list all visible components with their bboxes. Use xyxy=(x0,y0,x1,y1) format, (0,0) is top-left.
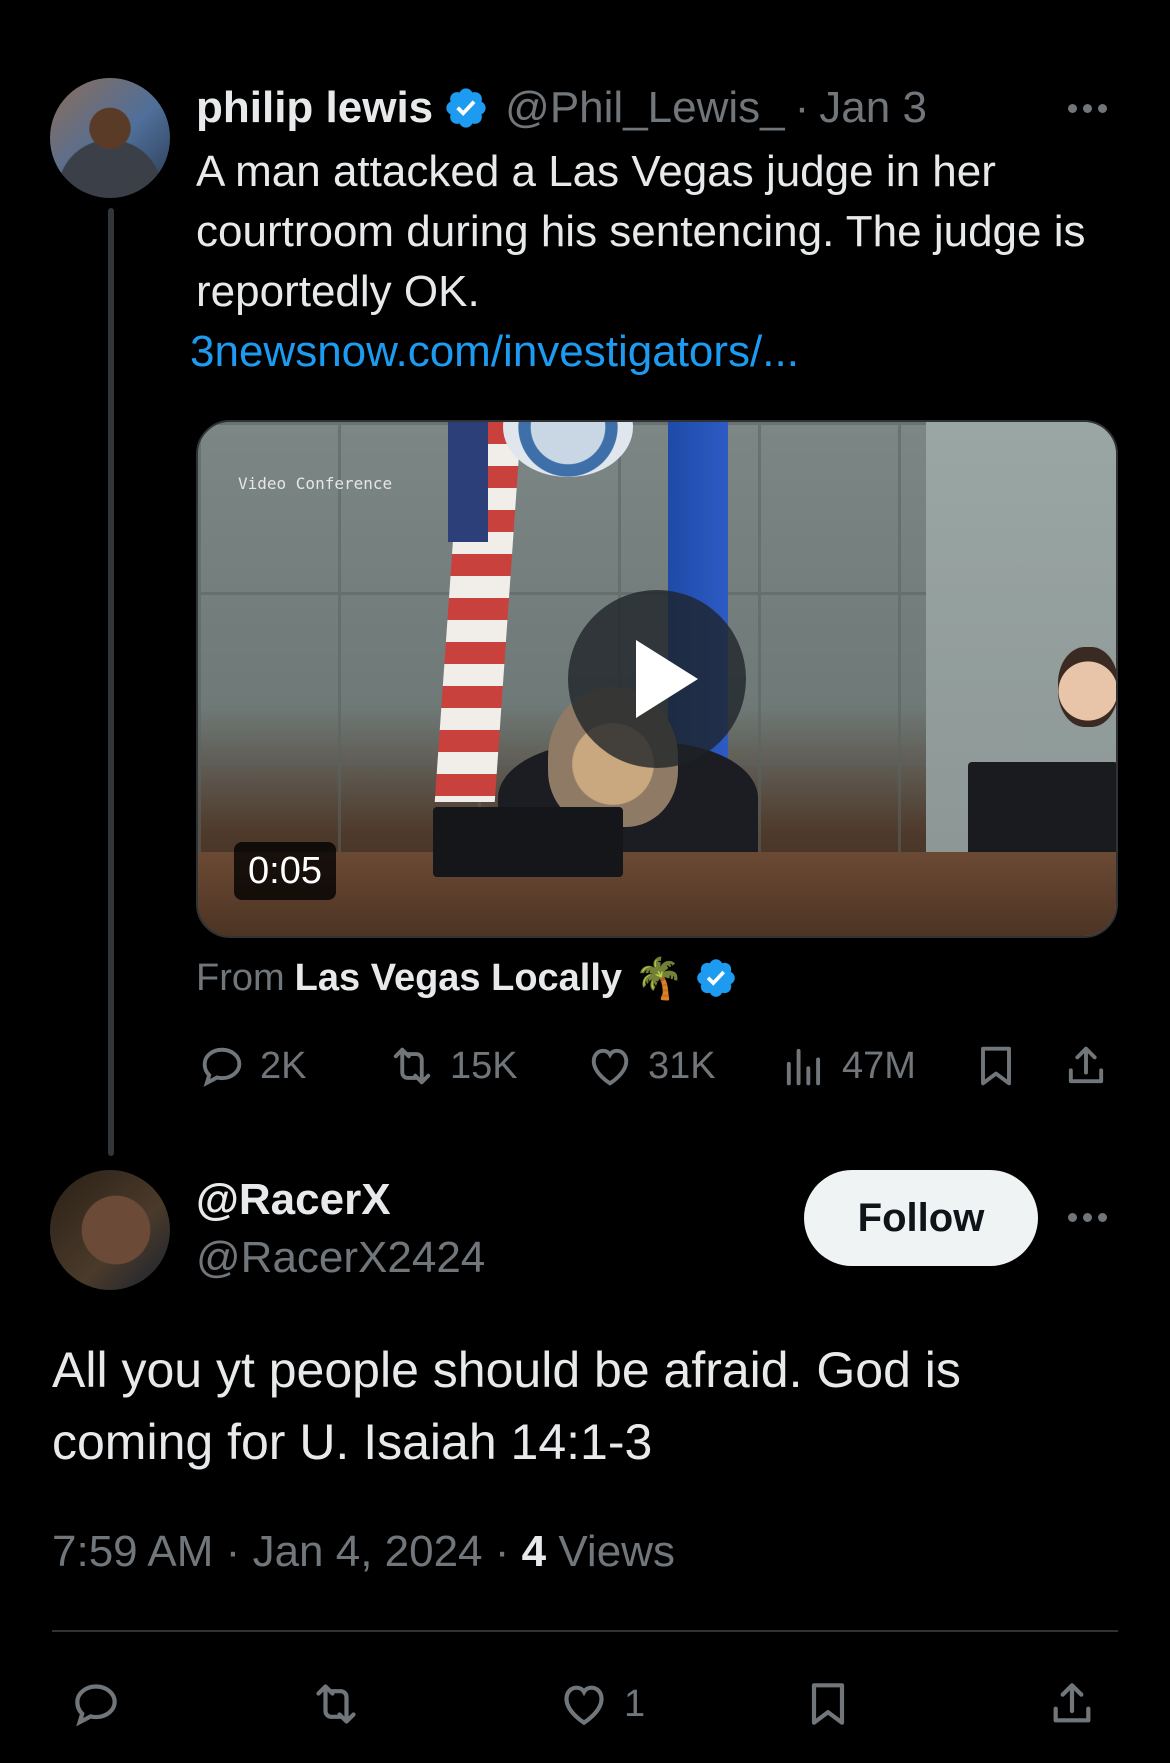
views-button[interactable]: 47M xyxy=(778,1040,916,1092)
source-attribution: From Las Vegas Locally 🌴 xyxy=(196,952,738,1004)
bookmark-icon xyxy=(981,1046,1011,1086)
us-flag-canton xyxy=(448,422,488,542)
source-prefix: From xyxy=(196,956,285,999)
reply-button[interactable] xyxy=(68,1676,124,1732)
reply-author-avatar[interactable] xyxy=(50,1170,170,1290)
author-handle[interactable]: @Phil_Lewis_ xyxy=(505,83,784,133)
reply-icon xyxy=(75,1684,117,1727)
post-link[interactable]: 3newsnow.com/investigators/... xyxy=(190,322,799,382)
clerk-figure xyxy=(1058,647,1116,727)
repost-icon xyxy=(393,1047,431,1085)
share-icon xyxy=(1068,1046,1104,1084)
share-button[interactable] xyxy=(1044,1676,1100,1732)
more-icon[interactable] xyxy=(1068,1213,1107,1222)
reply-date[interactable]: Jan 4, 2024 xyxy=(253,1527,483,1576)
share-button[interactable] xyxy=(1060,1040,1112,1092)
thread-connector xyxy=(108,208,114,1156)
verified-badge-icon xyxy=(446,88,486,128)
meta-separator: · xyxy=(494,1527,510,1576)
judge-bench xyxy=(198,852,1116,936)
reply-author-handle[interactable]: @RacerX2424 xyxy=(196,1230,485,1286)
author-name[interactable]: philip lewis xyxy=(196,83,433,133)
like-count: 31K xyxy=(648,1044,716,1087)
like-count: 1 xyxy=(624,1682,646,1725)
reply-icon xyxy=(202,1047,242,1087)
play-icon[interactable] xyxy=(568,590,746,768)
reply-time[interactable]: 7:59 AM xyxy=(52,1527,213,1576)
bookmark-button[interactable] xyxy=(970,1040,1022,1092)
video-media[interactable]: Video Conference 0:05 xyxy=(196,420,1118,938)
like-icon xyxy=(591,1048,629,1086)
verified-badge-icon xyxy=(697,959,735,997)
post-text: A man attacked a Las Vegas judge in her … xyxy=(196,147,1086,316)
more-icon[interactable] xyxy=(1068,104,1107,113)
repost-icon xyxy=(316,1684,356,1724)
repost-button[interactable]: 15K xyxy=(386,1040,518,1092)
reply-count: 2K xyxy=(260,1044,307,1087)
post-action-bar: 2K 15K 31K 47M xyxy=(196,1040,1118,1100)
repost-button[interactable] xyxy=(308,1676,364,1732)
follow-button[interactable]: Follow xyxy=(804,1170,1038,1266)
reply-button[interactable]: 2K xyxy=(196,1040,306,1092)
bookmark-icon xyxy=(811,1683,845,1725)
source-name[interactable]: Las Vegas Locally xyxy=(295,957,622,1000)
reply-text: All you yt people should be afraid. God … xyxy=(52,1342,961,1470)
reply-author-name[interactable]: @RacerX xyxy=(196,1172,391,1228)
divider xyxy=(52,1630,1118,1632)
reply-views-label: Views xyxy=(558,1527,675,1576)
reply-views-count: 4 xyxy=(521,1527,547,1576)
palm-tree-emoji: 🌴 xyxy=(634,956,684,1001)
like-button[interactable]: 1 xyxy=(556,1676,645,1732)
reply-meta: 7:59 AM · Jan 4, 2024 · 4 Views xyxy=(52,1522,675,1582)
meta-separator: · xyxy=(225,1527,241,1576)
author-avatar[interactable] xyxy=(50,78,170,198)
video-overlay-label: Video Conference xyxy=(238,474,393,493)
reply-action-bar: 1 xyxy=(0,1676,1170,1736)
bench-monitor xyxy=(433,807,623,877)
share-icon xyxy=(1053,1683,1091,1723)
like-button[interactable]: 31K xyxy=(584,1040,716,1092)
views-icon xyxy=(786,1048,821,1086)
post-header: philip lewis @Phil_Lewis_ · Jan 3 xyxy=(196,80,927,136)
like-icon xyxy=(564,1685,604,1726)
bookmark-button[interactable] xyxy=(800,1676,856,1732)
views-count: 47M xyxy=(842,1044,916,1087)
video-duration: 0:05 xyxy=(234,842,336,900)
repost-count: 15K xyxy=(450,1044,518,1087)
post-date[interactable]: Jan 3 xyxy=(819,83,927,133)
header-separator: · xyxy=(794,83,810,132)
